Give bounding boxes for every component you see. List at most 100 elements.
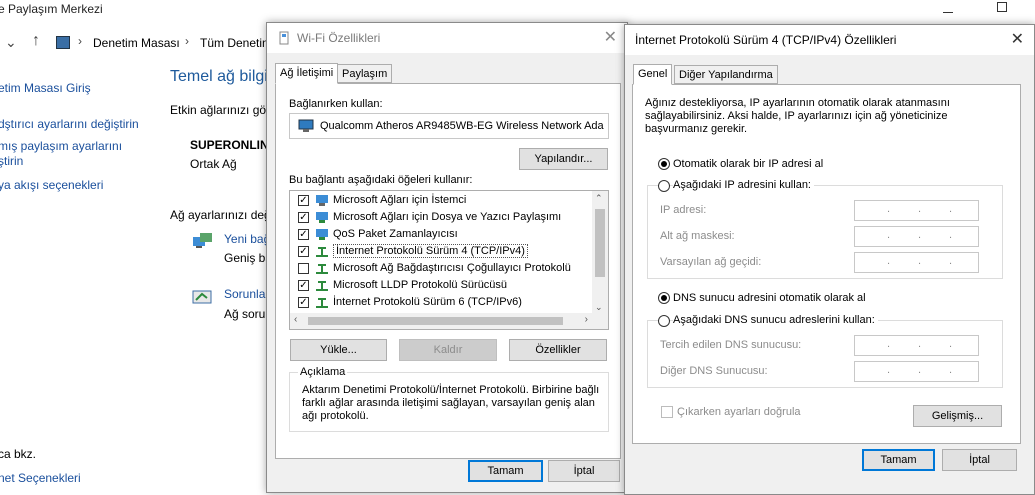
- change-settings-label: Ağ ayarlarınızı değ: [170, 208, 271, 222]
- manual-dns-label[interactable]: Aşağıdaki DNS sunucu adreslerini kullan:: [673, 314, 878, 326]
- breadcrumb-separator-icon[interactable]: ›: [78, 34, 82, 48]
- auto-ip-label[interactable]: Otomatik olarak bir IP adresi al: [673, 158, 823, 170]
- list-item[interactable]: ✓ İnternet Protokolü Sürüm 6 (TCP/IPv6): [290, 294, 580, 311]
- new-connection-desc: Geniş ba: [224, 251, 273, 265]
- minimize-icon[interactable]: [943, 12, 953, 13]
- checkbox-checked[interactable]: ✓: [298, 280, 309, 291]
- gateway-label: Varsayılan ağ geçidi:: [660, 256, 762, 268]
- components-list[interactable]: ✓ Microsoft Ağları için İstemci ✓ Micros…: [289, 190, 609, 330]
- connect-using-label: Bağlanırken kullan:: [289, 98, 383, 110]
- control-panel-icon: [56, 36, 70, 49]
- ok-button[interactable]: Tamam: [862, 449, 935, 471]
- horizontal-scrollbar[interactable]: ‹ ›: [290, 313, 608, 329]
- validate-checkbox[interactable]: [661, 406, 673, 418]
- nav-internet-options[interactable]: net Seçenekleri: [0, 471, 81, 485]
- validate-label: Çıkarken ayarları doğrula: [677, 406, 801, 418]
- tab-networking[interactable]: Ağ İletişimi: [275, 63, 339, 84]
- gateway-field[interactable]: ...: [854, 252, 979, 273]
- ip-address-field[interactable]: ...: [854, 200, 979, 221]
- window-controls: [875, 0, 1035, 26]
- properties-button[interactable]: Özellikler: [509, 339, 607, 361]
- breadcrumb-control-panel[interactable]: Denetim Masası: [93, 36, 180, 50]
- dns-group: Aşağıdaki DNS sunucu adreslerini kullan:…: [647, 314, 1003, 388]
- adapter-field: Qualcomm Atheros AR9485WB-EG Wireless Ne…: [289, 113, 609, 139]
- chevron-down-icon[interactable]: ⌄: [5, 34, 17, 51]
- networking-pane: Bağlanırken kullan: Qualcomm Atheros AR9…: [275, 83, 621, 459]
- auto-ip-radio[interactable]: [658, 158, 670, 170]
- scrollbar-thumb[interactable]: [308, 317, 563, 325]
- list-item[interactable]: ✓ QoS Paket Zamanlayıcısı: [290, 226, 580, 243]
- list-item-label: Microsoft LLDP Protokolü Sürücüsü: [333, 279, 508, 291]
- auto-dns-label[interactable]: DNS sunucu adresini otomatik olarak al: [673, 292, 866, 304]
- cancel-button[interactable]: İptal: [548, 460, 620, 482]
- checkbox-checked[interactable]: ✓: [298, 229, 309, 240]
- nav-sharing-settings-cont[interactable]: ştirin: [0, 154, 23, 168]
- install-button[interactable]: Yükle...: [290, 339, 387, 361]
- nav-media-streaming[interactable]: ya akışı seçenekleri: [0, 178, 103, 192]
- close-icon[interactable]: ✕: [1011, 29, 1024, 49]
- ip-address-label: IP adresi:: [660, 204, 707, 216]
- items-label: Bu bağlantı aşağıdaki öğeleri kullanır:: [289, 174, 473, 186]
- advanced-button[interactable]: Gelişmiş...: [913, 405, 1002, 427]
- checkbox-checked[interactable]: ✓: [298, 212, 309, 223]
- checkbox-unchecked[interactable]: [298, 263, 309, 274]
- manual-dns-radio[interactable]: [658, 315, 670, 327]
- tab-general[interactable]: Genel: [633, 64, 673, 85]
- checkbox-checked[interactable]: ✓: [298, 297, 309, 308]
- list-item[interactable]: ✓ Microsoft LLDP Protokolü Sürücüsü: [290, 277, 580, 294]
- alternate-dns-field[interactable]: ...: [854, 361, 979, 382]
- maximize-icon[interactable]: [997, 2, 1007, 12]
- wifi-properties-dialog: Wi-Fi Özellikleri ✕ Ağ İletişimi Paylaşı…: [266, 22, 628, 493]
- general-pane: Ağınız destekliyorsa, IP ayarlarının oto…: [632, 84, 1021, 444]
- breadcrumb-all-items[interactable]: Tüm Denetin: [200, 36, 269, 50]
- page-title: Temel ağ bilgil: [170, 68, 272, 85]
- nav-control-panel-home[interactable]: etim Masası Giriş: [0, 81, 91, 95]
- subnet-label: Alt ağ maskesi:: [660, 230, 735, 242]
- up-arrow-icon[interactable]: ↑: [32, 32, 40, 50]
- dialog-title: İnternet Protokolü Sürüm 4 (TCP/IPv4) Öz…: [635, 33, 897, 47]
- subnet-field[interactable]: ...: [854, 226, 979, 247]
- dialog-title: Wi-Fi Özellikleri: [297, 31, 381, 45]
- nav-adapter-settings[interactable]: dştırıcı ayarlarını değiştirin: [0, 117, 139, 131]
- description-label: Açıklama: [298, 366, 348, 378]
- preferred-dns-field[interactable]: ...: [854, 335, 979, 356]
- list-item-label: İnternet Protokolü Sürüm 4 (TCP/IPv4): [333, 244, 528, 258]
- ok-button[interactable]: Tamam: [468, 460, 543, 482]
- network-name: SUPERONLIN: [190, 138, 269, 152]
- manual-ip-radio[interactable]: [658, 180, 670, 192]
- cancel-button[interactable]: İptal: [942, 449, 1017, 471]
- checkbox-checked[interactable]: ✓: [298, 195, 309, 206]
- dialog-titlebar: İnternet Protokolü Sürüm 4 (TCP/IPv4) Öz…: [625, 25, 1034, 55]
- configure-button[interactable]: Yapılandır...: [519, 148, 608, 170]
- chevron-down-icon[interactable]: ⌄: [595, 302, 603, 313]
- protocol-icon: [316, 298, 328, 308]
- tab-alternate-config[interactable]: Diğer Yapılandırma: [674, 65, 778, 84]
- list-item-selected[interactable]: ✓ İnternet Protokolü Sürüm 4 (TCP/IPv4): [290, 243, 580, 260]
- nav-sharing-settings[interactable]: mış paylaşım ayarlarını: [0, 139, 122, 153]
- list-item[interactable]: ✓ Microsoft Ağları için Dosya ve Yazıcı …: [290, 209, 580, 226]
- list-item[interactable]: Microsoft Ağ Bağdaştırıcısı Çoğullayıcı …: [290, 260, 580, 277]
- troubleshoot-link[interactable]: Sorunlar: [224, 287, 269, 301]
- dialog-titlebar: Wi-Fi Özellikleri ✕: [267, 23, 627, 53]
- active-networks-label: Etkin ağlarınızı gör: [170, 103, 271, 117]
- preferred-dns-label: Tercih edilen DNS sunucusu:: [660, 339, 802, 351]
- ipv4-properties-dialog: İnternet Protokolü Sürüm 4 (TCP/IPv4) Öz…: [624, 24, 1035, 495]
- vertical-scrollbar[interactable]: ⌃ ⌄: [592, 191, 608, 313]
- manual-ip-label[interactable]: Aşağıdaki IP adresini kullan:: [673, 179, 814, 191]
- scrollbar-thumb[interactable]: [595, 209, 605, 277]
- list-item-label: Microsoft Ağları için İstemci: [333, 194, 467, 206]
- tab-sharing[interactable]: Paylaşım: [337, 64, 393, 83]
- checkbox-checked[interactable]: ✓: [298, 246, 309, 257]
- new-connection-link[interactable]: Yeni bağ: [224, 232, 270, 246]
- breadcrumb-separator-icon[interactable]: ›: [185, 34, 189, 48]
- chevron-left-icon[interactable]: ‹: [294, 314, 297, 325]
- chevron-right-icon[interactable]: ›: [585, 314, 588, 325]
- list-item-label: Microsoft Ağ Bağdaştırıcısı Çoğullayıcı …: [333, 262, 571, 274]
- auto-dns-radio[interactable]: [658, 292, 670, 304]
- troubleshoot-desc: Ağ sorun: [224, 307, 273, 321]
- chevron-up-icon[interactable]: ⌃: [595, 193, 603, 204]
- close-icon[interactable]: ✕: [604, 27, 617, 47]
- uninstall-button[interactable]: Kaldır: [399, 339, 497, 361]
- ip-group: Aşağıdaki IP adresini kullan: IP adresi:…: [647, 179, 1003, 279]
- list-item[interactable]: ✓ Microsoft Ağları için İstemci: [290, 192, 580, 209]
